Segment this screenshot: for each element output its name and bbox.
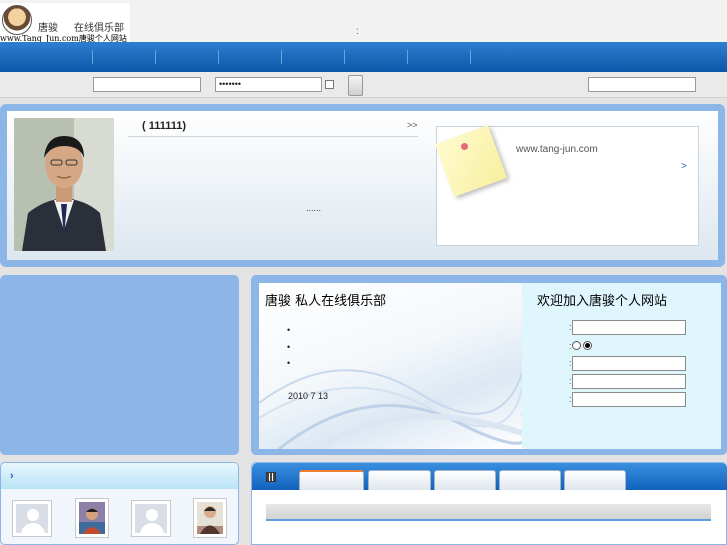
join-title: 欢迎加入唐骏个人网站: [537, 294, 668, 309]
friend-photo: [197, 502, 223, 534]
reg-password-input[interactable]: [572, 374, 686, 389]
profile-title: ( 111111): [142, 120, 187, 132]
nav-divider: [218, 50, 219, 64]
friend-avatar[interactable]: [75, 498, 109, 538]
note-url[interactable]: www.tang-jun.com: [516, 144, 598, 155]
club-date: 2010 7 13: [288, 391, 329, 401]
username-input[interactable]: [93, 77, 201, 92]
chevron-right-icon[interactable]: ›: [10, 470, 14, 482]
club-bullet: •: [287, 358, 291, 368]
portrait-logo-icon: [2, 5, 32, 35]
user-silhouette-icon: [16, 504, 48, 533]
tab-1[interactable]: [299, 470, 364, 490]
left-side-panel: [0, 275, 239, 455]
friend-avatar[interactable]: [12, 500, 52, 537]
nav-divider: [407, 50, 408, 64]
tab-content-bar: [266, 504, 711, 521]
tab-2[interactable]: [368, 470, 431, 490]
nav-divider: [344, 50, 345, 64]
user-silhouette-icon: [135, 504, 167, 533]
password-input[interactable]: •••••••: [215, 77, 322, 92]
logo-name: 唐骏: [38, 23, 58, 34]
club-bullet: •: [287, 342, 291, 352]
tab-4[interactable]: [499, 470, 561, 490]
friend-photo: [79, 502, 105, 534]
profile-portrait: [14, 118, 114, 251]
logo-tagline: 在线俱乐部: [74, 23, 124, 34]
club-bullet: •: [287, 325, 291, 335]
friend-avatar[interactable]: [193, 498, 227, 538]
login-button[interactable]: [348, 75, 363, 96]
main-nav: [0, 42, 727, 72]
pin-icon: [461, 143, 468, 150]
nav-divider: [470, 50, 471, 64]
profile-more-text[interactable]: ......: [306, 203, 321, 213]
site-logo[interactable]: 唐骏 在线俱乐部 www.Tang_Jun.com唐骏个人网站: [0, 3, 130, 43]
nav-divider: [281, 50, 282, 64]
profile-more-link[interactable]: >>: [407, 120, 418, 130]
gender-radio-male[interactable]: [572, 341, 581, 350]
nav-divider: [155, 50, 156, 64]
nav-divider: [92, 50, 93, 64]
header-separator: :: [356, 26, 359, 37]
reg-email-input[interactable]: [572, 356, 686, 371]
club-title: 唐骏 私人在线俱乐部: [265, 294, 387, 309]
profile-photo: [14, 118, 114, 251]
grid-icon: [266, 472, 276, 482]
friend-avatar[interactable]: [131, 500, 171, 537]
tab-3[interactable]: [434, 470, 496, 490]
remember-checkbox[interactable]: [325, 80, 334, 89]
reg-username-input[interactable]: [572, 320, 686, 335]
reg-confirm-input[interactable]: [572, 392, 686, 407]
friends-header: [1, 463, 238, 489]
profile-divider: [128, 136, 418, 137]
tab-5[interactable]: [564, 470, 626, 490]
login-bar: •••••••: [0, 72, 727, 98]
gender-radio-female[interactable]: [583, 341, 592, 350]
search-input[interactable]: [588, 77, 696, 92]
note-next-link[interactable]: >: [681, 161, 687, 172]
